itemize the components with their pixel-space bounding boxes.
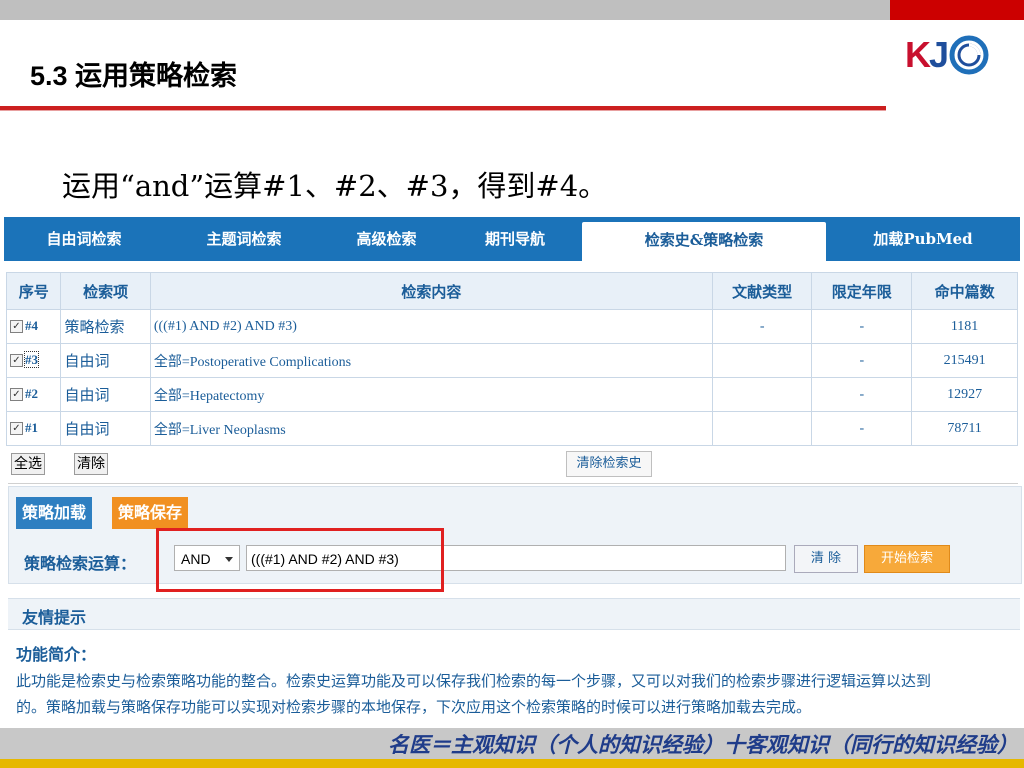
logo-letter-j: J: [929, 34, 949, 75]
row-doctype: -: [711, 309, 813, 344]
row-seq-cell: ✓ #4: [5, 309, 62, 344]
table-row: ✓ #2 自由词 全部=Hepatectomy - 12927: [5, 377, 1018, 412]
col-header-content: 检索内容: [149, 272, 713, 310]
tab-advanced-search[interactable]: 高级检索: [324, 217, 449, 261]
row-content: 全部=Postoperative Complications: [149, 343, 713, 378]
row-checkbox[interactable]: ✓: [10, 320, 23, 334]
row-years: -: [811, 343, 913, 378]
screenshot-panel: 自由词检索 主题词检索 高级检索 期刊导航 检索史&策略检索 加载PubMed …: [0, 214, 1024, 728]
row-doctype: [711, 343, 813, 378]
clear-expression-button[interactable]: 清 除: [794, 545, 858, 573]
table-row: ✓ #1 自由词 全部=Liver Neoplasms - 78711: [5, 411, 1018, 446]
clear-selection-button[interactable]: 清除: [74, 453, 108, 475]
load-strategy-button[interactable]: 策略加载: [16, 497, 93, 529]
table-row: ✓ #3 自由词 全部=Postoperative Complications -…: [5, 343, 1018, 378]
row-hits: 1181: [911, 309, 1018, 344]
tips-title: 友情提示: [22, 608, 87, 627]
tab-free-word-search[interactable]: 自由词检索: [4, 217, 164, 261]
highlight-box: [156, 528, 444, 592]
history-table: 序号 检索项 检索内容 文献类型 限定年限 命中篇数 ✓ #4 策略检索 (((#…: [5, 272, 1018, 446]
function-intro-line-1: 此功能是检索史与检索策略功能的整合。检索史运算功能及可以保存我们检索的每一个步骤…: [16, 672, 932, 690]
row-item: 自由词: [60, 411, 151, 446]
row-hits: 215491: [911, 343, 1018, 378]
row-hits: 12927: [911, 377, 1018, 412]
title-underline-shadow: [0, 110, 886, 111]
col-header-hits: 命中篇数: [911, 272, 1018, 310]
table-header-row: 序号 检索项 检索内容 文献类型 限定年限 命中篇数: [5, 272, 1018, 310]
tab-load-pubmed[interactable]: 加载PubMed: [826, 217, 1020, 261]
logo-text: KJ: [905, 34, 949, 76]
section-divider: [8, 483, 1018, 484]
tab-history-strategy[interactable]: 检索史&策略检索: [582, 222, 826, 261]
clear-history-button[interactable]: 清除检索史: [566, 451, 652, 477]
row-id: #3: [24, 351, 39, 368]
strategy-expression-label: 策略检索运算：: [24, 554, 137, 573]
col-header-item: 检索项: [60, 272, 151, 310]
function-intro-line-2: 的。策略加载与策略保存功能可以实现对检索步骤的本地保存，下次应用这个检索策略的时…: [16, 698, 812, 716]
footer-gold-line: [0, 759, 1024, 768]
row-item: 策略检索: [60, 309, 151, 344]
col-header-seq: 序号: [5, 272, 62, 310]
row-seq-cell: ✓ #3: [5, 343, 62, 378]
save-strategy-button[interactable]: 策略保存: [112, 497, 189, 529]
select-all-button[interactable]: 全选: [11, 453, 45, 475]
row-id: #4: [25, 318, 38, 333]
slide-title: 5.3 运用策略检索: [30, 61, 238, 91]
row-doctype: [711, 411, 813, 446]
logo-circle-icon: [949, 35, 989, 75]
row-item: 自由词: [60, 377, 151, 412]
kj-logo: KJ: [905, 33, 989, 77]
row-content: 全部=Liver Neoplasms: [149, 411, 713, 446]
row-seq-cell: ✓ #1: [5, 411, 62, 446]
col-header-doctype: 文献类型: [711, 272, 813, 310]
footer-slogan: 名医＝主观知识（个人的知识经验）十客观知识（同行的知识经验）: [388, 732, 1018, 757]
row-years: -: [811, 309, 913, 344]
row-years: -: [811, 377, 913, 412]
top-gray-bar: [0, 0, 890, 20]
tab-bar: 自由词检索 主题词检索 高级检索 期刊导航 检索史&策略检索 加载PubMed: [4, 217, 1020, 261]
row-years: -: [811, 411, 913, 446]
logo-letter-k: K: [905, 34, 931, 75]
row-doctype: [711, 377, 813, 412]
row-content: (((#1) AND #2) AND #3): [149, 309, 713, 344]
col-header-years: 限定年限: [811, 272, 913, 310]
function-intro-text: 此功能是检索史与检索策略功能的整合。检索史运算功能及可以保存我们检索的每一个步骤…: [16, 668, 1024, 720]
start-search-button[interactable]: 开始检索: [864, 545, 950, 573]
row-id: #2: [25, 386, 38, 401]
row-id: #1: [25, 420, 38, 435]
tips-header-bar: [8, 598, 1020, 630]
row-checkbox[interactable]: ✓: [10, 354, 23, 368]
function-intro-title: 功能简介：: [16, 645, 97, 664]
tab-subject-search[interactable]: 主题词检索: [169, 217, 319, 261]
top-red-bar: [890, 0, 1024, 20]
row-seq-cell: ✓ #2: [5, 377, 62, 412]
slide-caption: 运用“and”运算#1、#2、#3，得到#4。: [62, 169, 608, 203]
row-hits: 78711: [911, 411, 1018, 446]
row-content: 全部=Hepatectomy: [149, 377, 713, 412]
table-row: ✓ #4 策略检索 (((#1) AND #2) AND #3) - - 1181: [5, 309, 1018, 344]
row-checkbox[interactable]: ✓: [10, 388, 23, 402]
row-item: 自由词: [60, 343, 151, 378]
row-checkbox[interactable]: ✓: [10, 422, 23, 436]
tab-journal-navigation[interactable]: 期刊导航: [454, 217, 576, 261]
